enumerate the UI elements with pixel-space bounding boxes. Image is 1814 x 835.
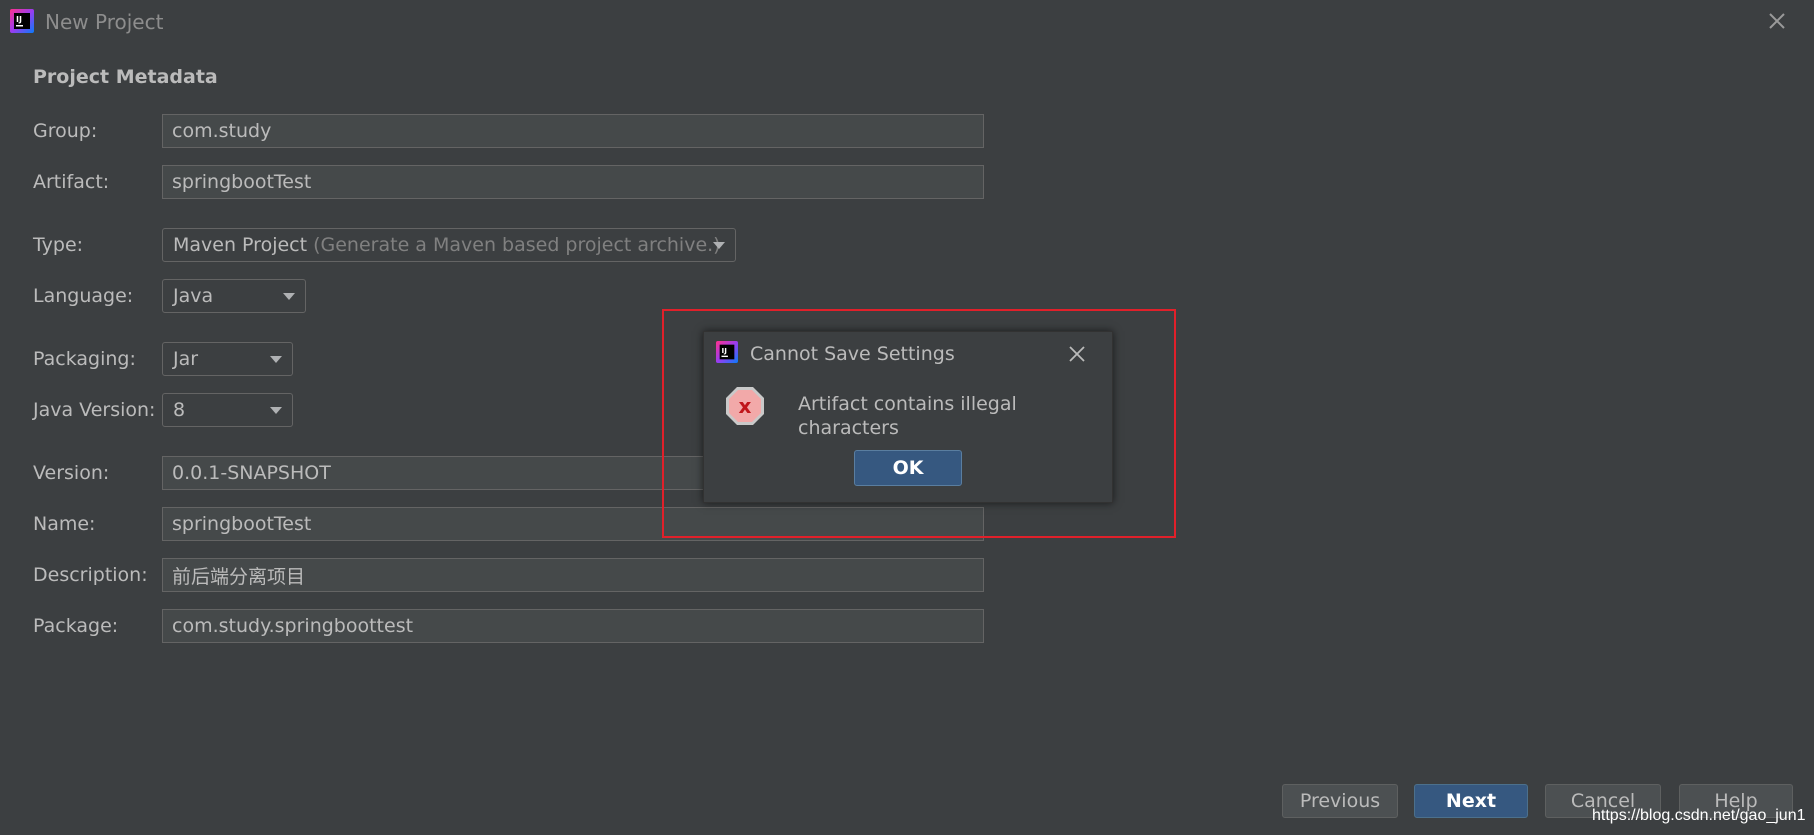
package-field[interactable] [162, 609, 984, 643]
group-label: Group: [33, 120, 98, 142]
chevron-down-icon [283, 293, 295, 300]
window-close-icon[interactable] [1762, 8, 1792, 34]
type-dropdown[interactable]: Maven Project (Generate a Maven based pr… [162, 228, 736, 262]
dialog-message: Artifact contains illegal characters [798, 393, 1017, 439]
packaging-label: Packaging: [33, 348, 136, 370]
error-icon: x [726, 387, 764, 425]
package-label: Package: [33, 615, 119, 637]
watermark-url: https://blog.csdn.net/gao_jun1 [1592, 807, 1806, 824]
java-version-value: 8 [173, 399, 186, 421]
window-title: New Project [45, 10, 164, 34]
packaging-dropdown[interactable]: Jar [162, 342, 293, 376]
svg-text:IJ: IJ [722, 346, 728, 355]
intellij-logo-icon: IJ [716, 341, 738, 363]
language-label: Language: [33, 285, 134, 307]
svg-text:x: x [739, 394, 752, 418]
java-version-label: Java Version: [33, 399, 156, 421]
language-dropdown[interactable]: Java [162, 279, 306, 313]
intellij-logo-icon: IJ [10, 9, 34, 33]
next-button[interactable]: Next [1414, 784, 1528, 818]
name-label: Name: [33, 513, 96, 535]
language-value: Java [173, 285, 214, 307]
version-label: Version: [33, 462, 110, 484]
previous-button[interactable]: Previous [1282, 784, 1398, 818]
type-label: Type: [33, 234, 84, 256]
dialog-close-icon[interactable] [1065, 342, 1089, 366]
dialog-title: Cannot Save Settings [750, 343, 955, 365]
chevron-down-icon [713, 242, 725, 249]
packaging-value: Jar [173, 348, 199, 370]
chevron-down-icon [270, 356, 282, 363]
type-hint: (Generate a Maven based project archive.… [313, 234, 721, 256]
artifact-label: Artifact: [33, 171, 110, 193]
artifact-field[interactable] [162, 165, 984, 199]
group-field[interactable] [162, 114, 984, 148]
description-label: Description: [33, 564, 148, 586]
section-title: Project Metadata [33, 66, 218, 88]
java-version-dropdown[interactable]: 8 [162, 393, 293, 427]
chevron-down-icon [270, 407, 282, 414]
type-value: Maven Project [173, 234, 308, 256]
ok-button[interactable]: OK [854, 450, 962, 486]
error-dialog: IJ Cannot Save Settings x Artifact conta… [703, 331, 1113, 503]
svg-text:IJ: IJ [16, 15, 22, 24]
description-field[interactable] [162, 558, 984, 592]
